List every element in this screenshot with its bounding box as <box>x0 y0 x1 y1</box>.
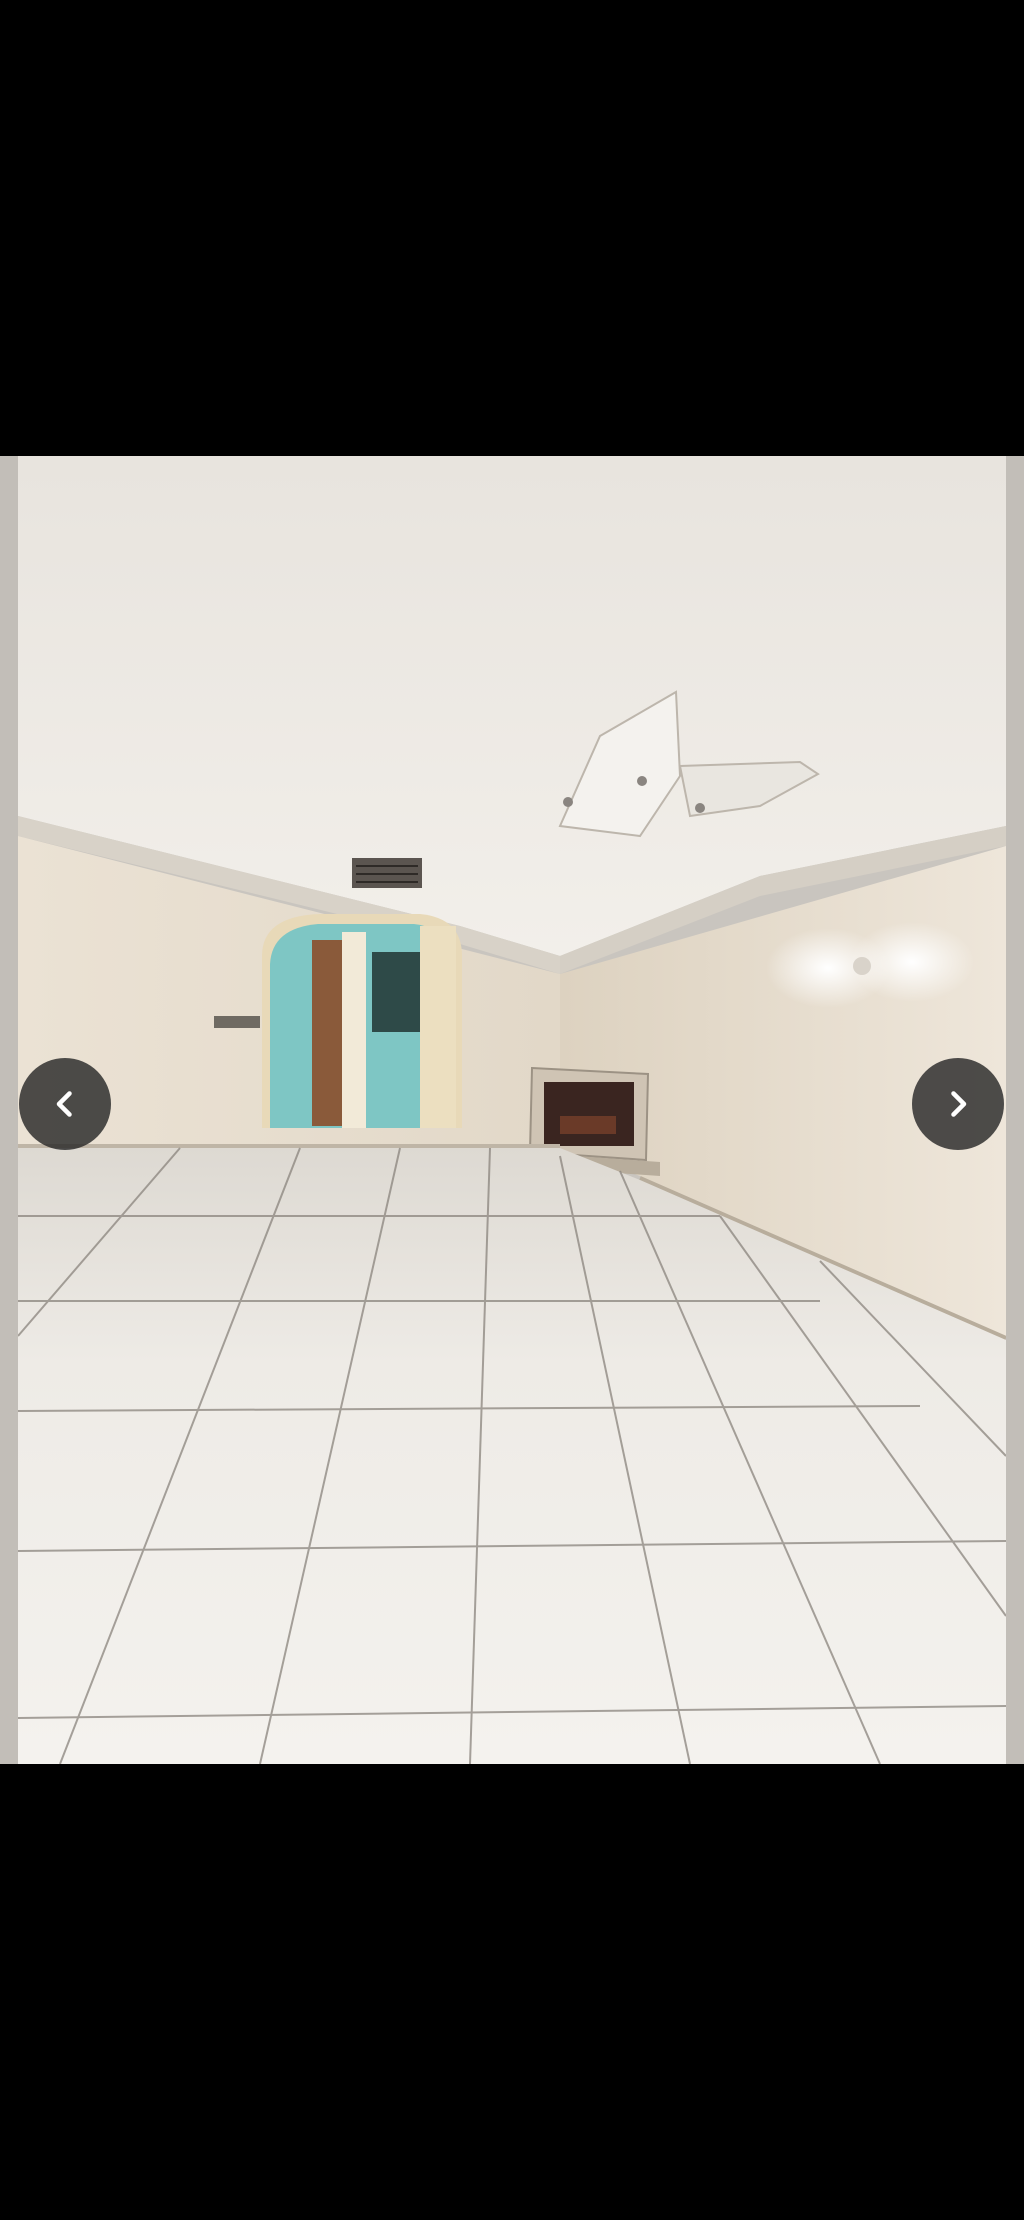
previous-image-button[interactable] <box>19 1058 111 1150</box>
chevron-left-icon <box>56 1091 72 1117</box>
chevron-right-icon <box>951 1091 967 1117</box>
wall-lamp <box>766 922 974 1008</box>
light-switch <box>214 1016 260 1028</box>
listing-photo[interactable] <box>0 456 1024 1764</box>
next-image-button[interactable] <box>912 1058 1004 1150</box>
image-viewer <box>0 0 1024 2220</box>
arched-doorway <box>262 914 462 1128</box>
room-photo-image <box>0 456 1024 1764</box>
